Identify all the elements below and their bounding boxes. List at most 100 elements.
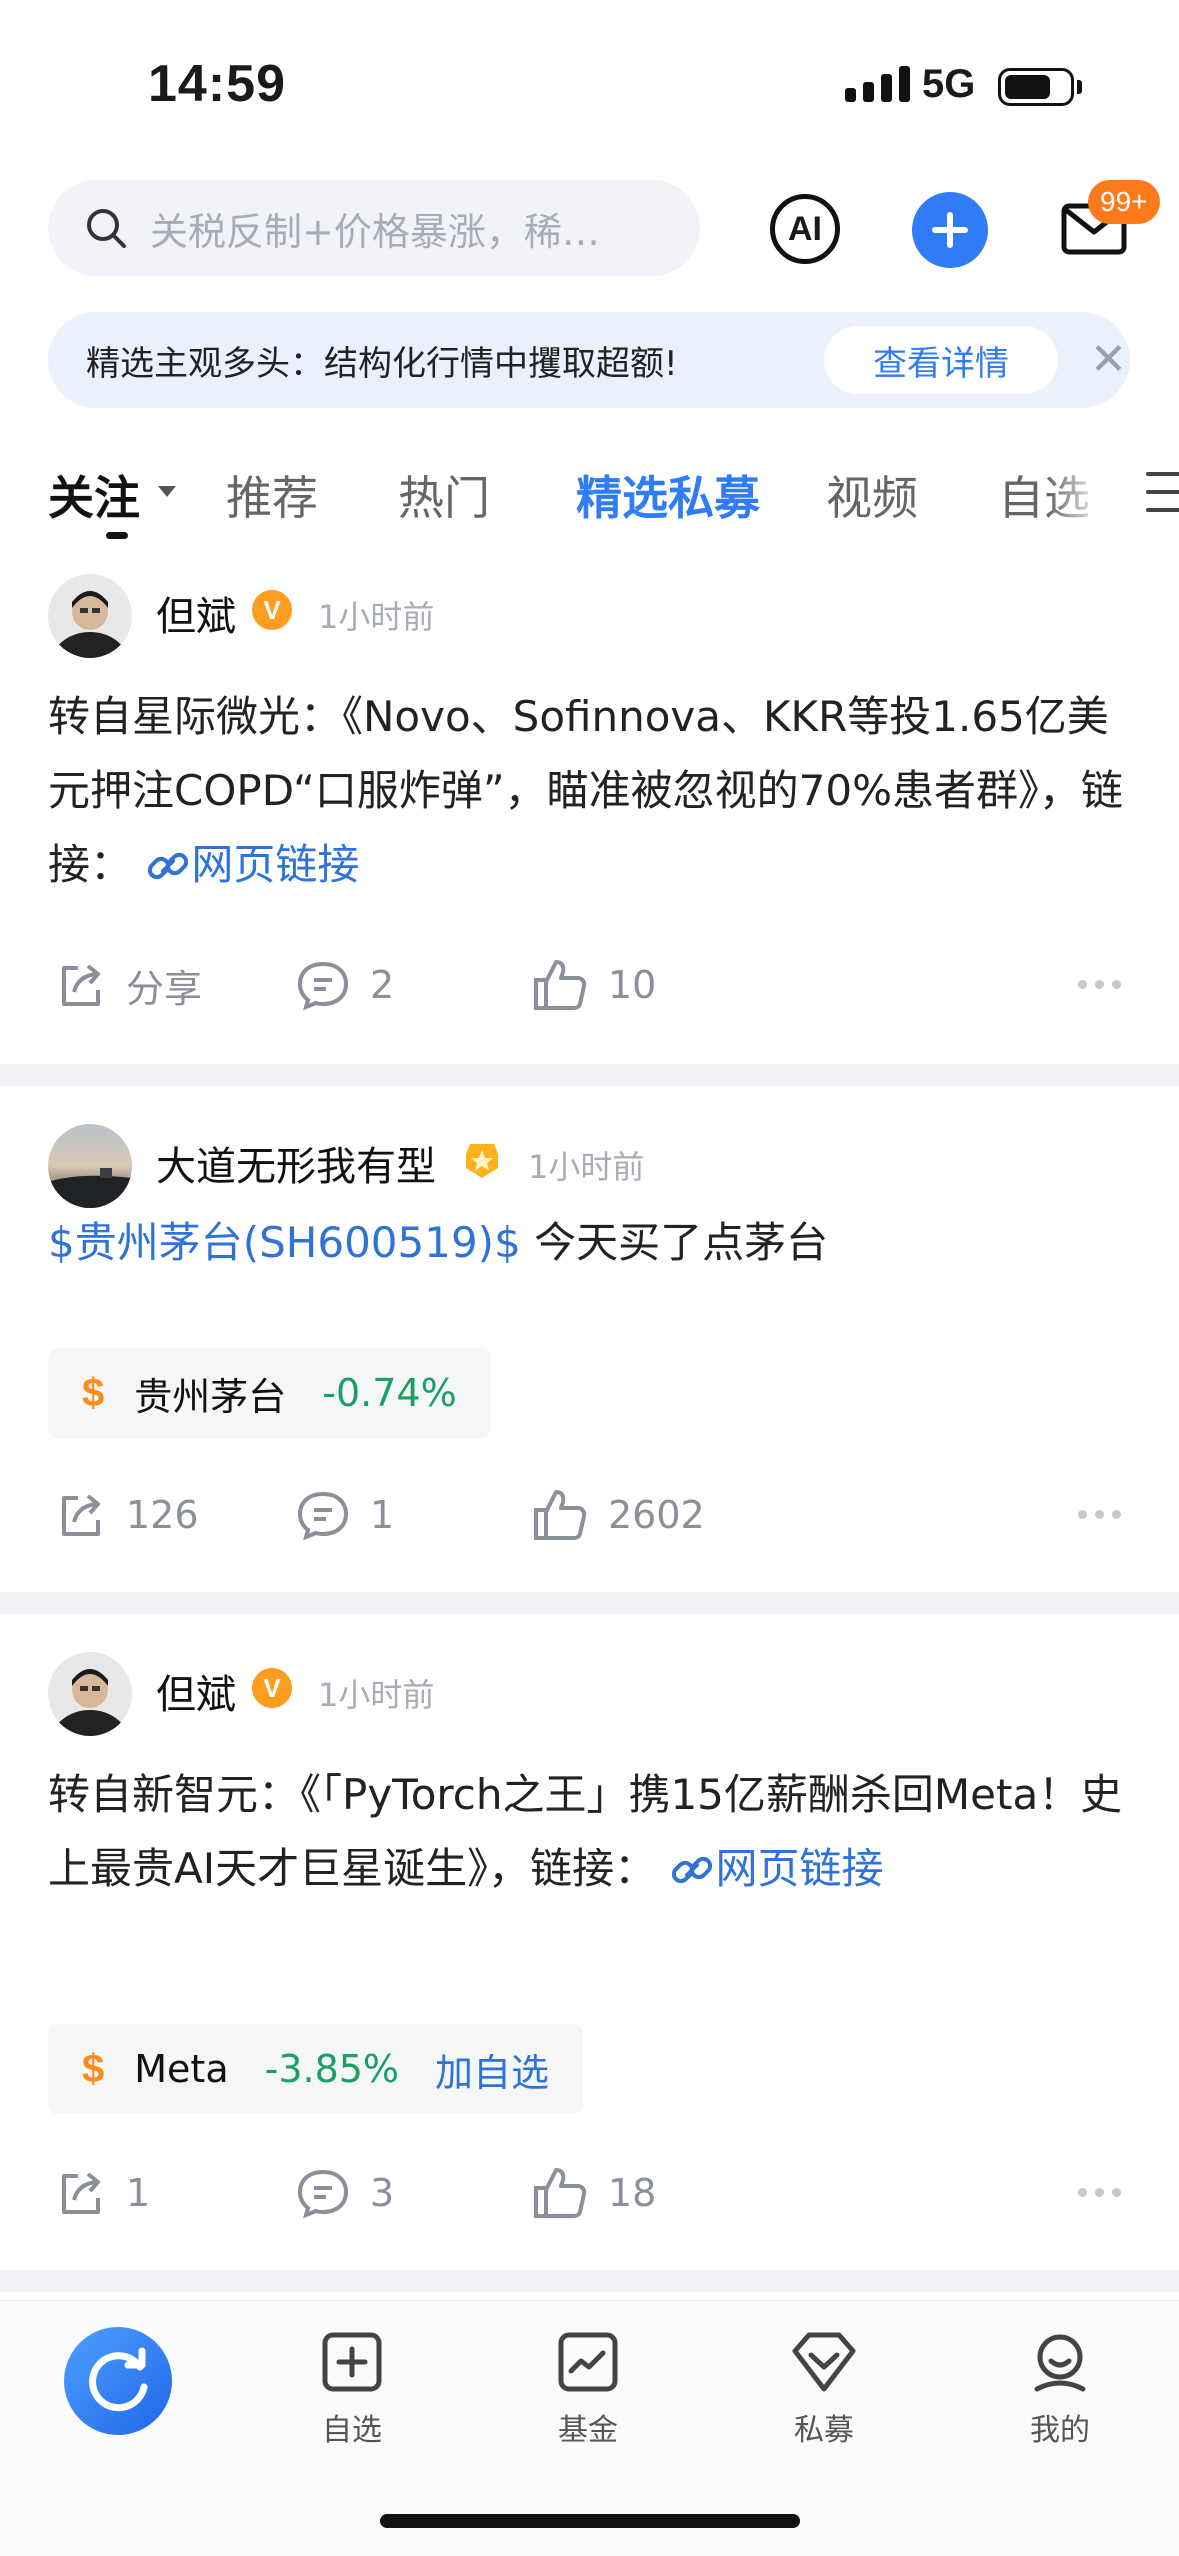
share-icon (62, 2172, 100, 2214)
share-icon (62, 1494, 100, 1536)
ai-button[interactable]: AI (770, 194, 840, 264)
more-icon[interactable] (1078, 1510, 1121, 1519)
comment-icon (297, 2169, 349, 2218)
post-text: 转自新智元：《「PyTorch之王」携15亿薪酬杀回Meta！史上最贵AI天才巨… (48, 1770, 1123, 1893)
tab-video[interactable]: 视频 (826, 462, 918, 528)
dollar-icon: $ (82, 2046, 105, 2091)
author-name[interactable]: 但斌 (156, 584, 236, 642)
post-time: 1小时前 (318, 598, 435, 636)
nav-funds[interactable]: 基金 (528, 2331, 648, 2449)
comment-icon (297, 961, 349, 1010)
avatar[interactable] (48, 1124, 132, 1208)
comment-button[interactable]: 3 (296, 2158, 394, 2228)
like-count: 10 (608, 963, 657, 1007)
menu-icon[interactable] (1146, 472, 1179, 512)
tab-following[interactable]: 关注 (48, 462, 140, 528)
comment-count: 3 (370, 2171, 395, 2215)
nav-me[interactable]: 我的 (1000, 2331, 1120, 2449)
author-name[interactable]: 大道无形我有型 (156, 1134, 436, 1192)
post-content[interactable]: $贵州茅台(SH600519)$ 今天买了点茅台 (48, 1206, 1138, 1280)
share-count: 1 (126, 2171, 151, 2215)
user-icon (1034, 2334, 1086, 2392)
post-time: 1小时前 (318, 1676, 435, 1714)
promo-banner[interactable]: 精选主观多头：结构化行情中攫取超额! 查看详情 ✕ (48, 312, 1130, 408)
share-icon (62, 964, 100, 1006)
tab-private-funds[interactable]: 精选私募 (576, 462, 760, 528)
status-time: 14:59 (148, 55, 286, 113)
avatar[interactable] (48, 1652, 132, 1736)
tab-hot[interactable]: 热门 (398, 462, 490, 528)
thumbs-up-icon (534, 2168, 587, 2218)
nav-label: 自选 (322, 2413, 382, 2448)
star-badge-icon (466, 1144, 498, 1178)
stock-tag-link[interactable]: $贵州茅台(SH600519)$ (48, 1218, 521, 1267)
close-icon[interactable]: ✕ (1090, 336, 1127, 384)
battery-cap (1077, 80, 1082, 94)
search-icon (87, 209, 126, 248)
more-icon[interactable] (1078, 980, 1121, 989)
link-icon (148, 852, 189, 880)
search-input[interactable]: 关税反制+价格暴涨，稀… (48, 180, 700, 276)
nav-label: 私募 (794, 2413, 854, 2448)
comment-count: 2 (370, 963, 395, 1007)
share-count: 126 (126, 1493, 199, 1537)
thumbs-up-icon (534, 1490, 587, 1540)
comment-count: 1 (370, 1493, 395, 1537)
view-details-button[interactable]: 查看详情 (824, 326, 1058, 394)
comment-icon (297, 1491, 349, 1540)
post-actions: 分享 2 10 (0, 950, 1179, 1020)
feed-tabs: 关注 推荐 热门 精选私募 视频 自选 (48, 452, 1179, 539)
nav-private-funds[interactable]: 私募 (764, 2331, 884, 2449)
link-icon (672, 1856, 713, 1884)
battery-icon (998, 68, 1074, 106)
stock-card[interactable]: $ 贵州茅台 -0.74% (48, 1348, 491, 1438)
share-button[interactable]: 分享 (56, 950, 202, 1020)
status-bar: 14:59 5G (0, 0, 1179, 160)
mail-badge: 99+ (1088, 180, 1160, 224)
web-link[interactable]: 网页链接 (145, 840, 359, 889)
tab-recommended[interactable]: 推荐 (226, 462, 318, 528)
share-label: 分享 (126, 966, 203, 1011)
verified-badge: V (252, 590, 292, 630)
stock-card[interactable]: $ Meta -3.85% 加自选 (48, 2024, 584, 2114)
nav-watchlist[interactable]: 自选 (292, 2331, 412, 2449)
chevron-down-icon[interactable] (158, 486, 176, 497)
like-count: 18 (608, 2171, 657, 2215)
post-text: 今天买了点茅台 (520, 1218, 829, 1267)
post-divider (0, 1064, 1179, 1086)
author-name[interactable]: 但斌 (156, 1662, 236, 1720)
refresh-home-button[interactable] (64, 2327, 172, 2435)
like-button[interactable]: 2602 (532, 1480, 705, 1550)
add-post-button[interactable] (912, 192, 988, 268)
web-link-label: 网页链接 (191, 840, 360, 889)
post-content[interactable]: 转自星际微光：《Novo、Sofinnova、KKR等投1.65亿美元押注COP… (48, 680, 1138, 902)
plus-square-icon (322, 2332, 382, 2392)
share-button[interactable]: 1 (56, 2158, 150, 2228)
home-indicator[interactable] (380, 2514, 800, 2528)
share-button[interactable]: 126 (56, 1480, 199, 1550)
post-time: 1小时前 (528, 1148, 645, 1186)
post-divider (0, 2270, 1179, 2292)
like-button[interactable]: 18 (532, 2158, 656, 2228)
avatar[interactable] (48, 574, 132, 658)
nav-label: 我的 (1030, 2413, 1090, 2448)
refresh-icon (89, 2347, 148, 2412)
like-button[interactable]: 10 (532, 950, 656, 1020)
tab-fade (1048, 452, 1128, 532)
active-tab-indicator (106, 532, 128, 539)
verified-badge: V (252, 1668, 292, 1708)
thumbs-up-icon (534, 960, 587, 1010)
more-icon[interactable] (1078, 2188, 1121, 2197)
network-label: 5G (922, 62, 976, 106)
web-link[interactable]: 网页链接 (669, 1844, 884, 1893)
comment-button[interactable]: 2 (296, 950, 394, 1020)
web-link-label: 网页链接 (715, 1844, 884, 1893)
search-placeholder: 关税反制+价格暴涨，稀… (150, 209, 600, 254)
add-to-watchlist-button[interactable]: 加自选 (435, 2042, 549, 2097)
post-divider (0, 1592, 1179, 1614)
comment-button[interactable]: 1 (296, 1480, 394, 1550)
banner-text: 精选主观多头：结构化行情中攫取超额! (86, 343, 678, 384)
like-count: 2602 (608, 1493, 705, 1537)
post-actions: 126 1 2602 (0, 1480, 1179, 1550)
post-content[interactable]: 转自新智元：《「PyTorch之王」携15亿薪酬杀回Meta！史上最贵AI天才巨… (48, 1758, 1138, 1906)
